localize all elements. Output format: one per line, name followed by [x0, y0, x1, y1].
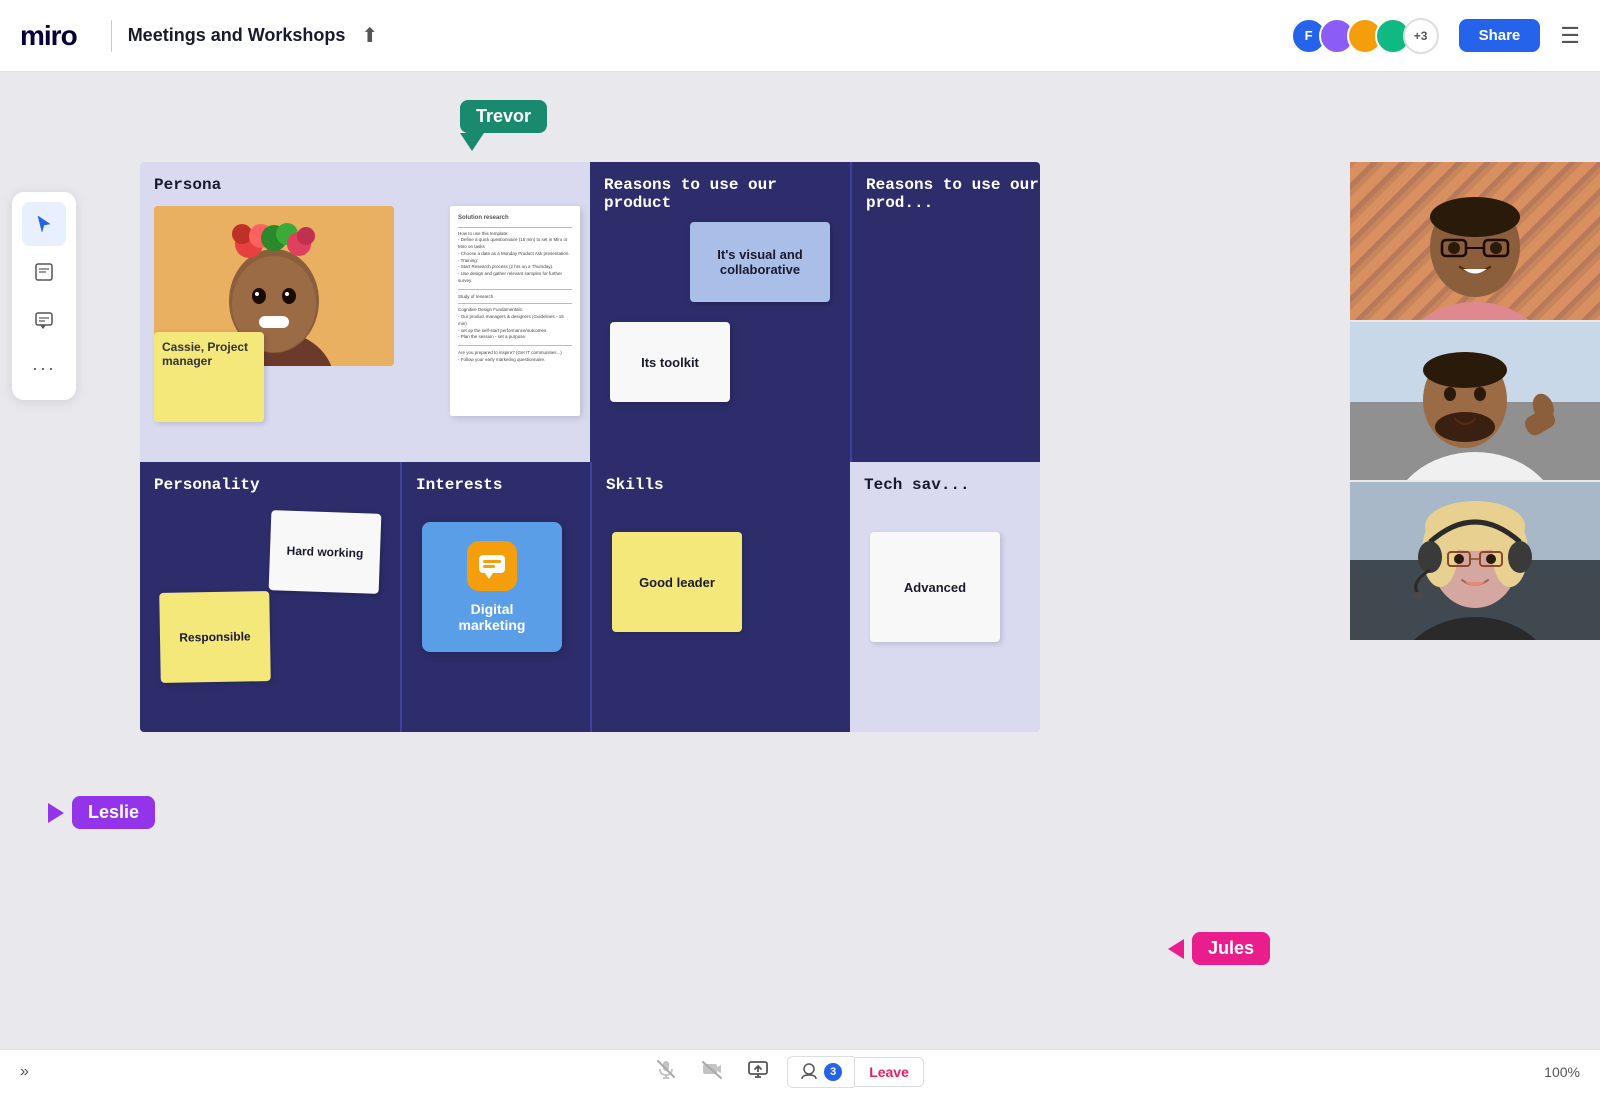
- persona-title: Persona: [154, 176, 576, 194]
- skills-cell: Skills Good leader: [590, 462, 850, 732]
- video-panel-3: [1350, 482, 1600, 640]
- sticky-responsible: Responsible: [159, 591, 271, 683]
- bottom-bar: »: [0, 1049, 1600, 1093]
- menu-button[interactable]: ☰: [1560, 23, 1580, 49]
- upload-button[interactable]: ⬆: [361, 23, 378, 48]
- sticky-advanced: Advanced: [870, 532, 1000, 642]
- more-tool[interactable]: ···: [22, 346, 66, 390]
- canvas[interactable]: Trevor Leslie Jules Persona: [0, 72, 1600, 1049]
- persona-sticky: Cassie, Project manager: [154, 332, 264, 422]
- video-panel-2: [1350, 322, 1600, 480]
- board-title: Meetings and Workshops: [128, 25, 346, 46]
- leave-button-group: 3 Leave: [787, 1056, 924, 1088]
- screen-share-button[interactable]: [741, 1052, 775, 1091]
- doc-sticky: Solution research How to use this templa…: [450, 206, 580, 416]
- expand-panel-button[interactable]: »: [20, 1063, 29, 1081]
- personality-title: Personality: [154, 476, 386, 494]
- bottom-controls: 3 Leave: [649, 1052, 924, 1091]
- reasons2-cell: Reasons to use our prod...: [850, 162, 1040, 462]
- header-divider: [111, 20, 112, 52]
- sticky-good-leader: Good leader: [612, 532, 742, 632]
- jules-cursor: Jules: [1168, 932, 1270, 965]
- video-panels: [1350, 162, 1600, 640]
- techsav-cell: Tech sav... Advanced: [850, 462, 1040, 732]
- cursor-tool[interactable]: [22, 202, 66, 246]
- video-panel-1: [1350, 162, 1600, 320]
- share-button[interactable]: Share: [1459, 19, 1541, 52]
- header: miro Meetings and Workshops ⬆ F +3 Share…: [0, 0, 1600, 72]
- interests-title: Interests: [416, 476, 576, 494]
- leslie-label: Leslie: [72, 796, 155, 829]
- avatar-group: F +3: [1291, 18, 1439, 54]
- leslie-arrow: [48, 803, 64, 823]
- reasons-title: Reasons to use our product: [604, 176, 836, 212]
- mic-button[interactable]: [649, 1052, 683, 1091]
- header-right: F +3 Share ☰: [1291, 18, 1580, 54]
- user-count-badge: 3: [824, 1063, 842, 1081]
- techsav-title: Tech sav...: [864, 476, 1040, 494]
- sticky-toolkit: Its toolkit: [610, 322, 730, 402]
- skills-title: Skills: [606, 476, 836, 494]
- zoom-level: 100%: [1544, 1064, 1580, 1080]
- leslie-cursor: Leslie: [48, 796, 155, 829]
- digital-marketing-card: Digital marketing: [422, 522, 562, 652]
- sticky-visual-collab: It's visual and collaborative: [690, 222, 830, 302]
- jules-label: Jules: [1192, 932, 1270, 965]
- interests-cell: Interests Digital marketing: [400, 462, 590, 732]
- persona-cell: Persona: [140, 162, 590, 462]
- left-toolbar: ···: [12, 192, 76, 400]
- personality-cell: Personality Hard working Responsible: [140, 462, 400, 732]
- trevor-label: Trevor: [460, 100, 547, 133]
- trevor-cursor: Trevor: [460, 100, 547, 151]
- sticky-hard-working: Hard working: [269, 510, 382, 594]
- reasons-cell: Reasons to use our product It's visual a…: [590, 162, 850, 462]
- camera-button[interactable]: [695, 1052, 729, 1091]
- trevor-arrow: [460, 133, 484, 151]
- jules-arrow: [1168, 939, 1184, 959]
- avatar-plus[interactable]: +3: [1403, 18, 1439, 54]
- comment-tool[interactable]: [22, 298, 66, 342]
- chat-icon-wrapper: [467, 541, 517, 591]
- leave-button[interactable]: Leave: [854, 1057, 924, 1087]
- reasons2-title: Reasons to use our prod...: [866, 176, 1040, 212]
- miro-logo: miro: [20, 20, 77, 52]
- participants-button[interactable]: 3: [787, 1056, 854, 1088]
- sticky-tool[interactable]: [22, 250, 66, 294]
- board-grid: Persona: [140, 162, 1040, 732]
